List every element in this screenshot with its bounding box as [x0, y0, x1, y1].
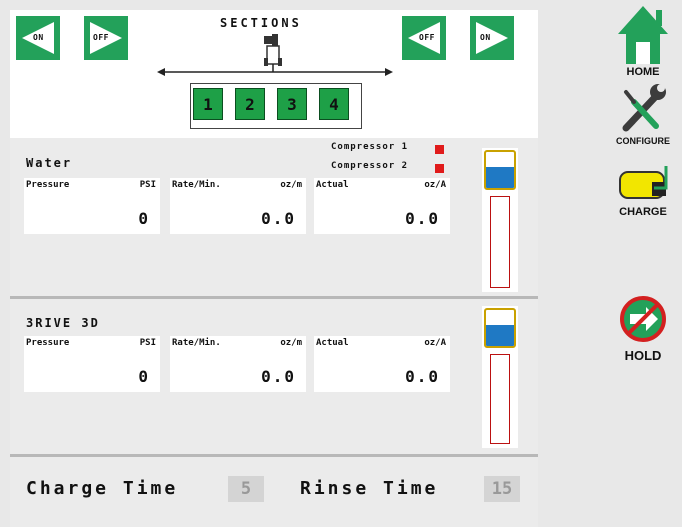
pressure-unit: PSI	[139, 180, 156, 190]
tank-level-bar	[490, 354, 510, 444]
rate-value: 0.0	[261, 209, 296, 228]
configure-label: CONFIGURE	[616, 136, 670, 146]
pressure-box: Pressure PSI 0	[24, 178, 160, 234]
house-icon	[618, 6, 668, 64]
charge-label: CHARGE	[619, 206, 667, 218]
charge-time-value[interactable]: 5	[228, 476, 264, 502]
home-button[interactable]: HOME	[604, 4, 682, 80]
compressor-1-status-led	[435, 145, 444, 154]
section-4-button[interactable]: 4	[319, 88, 349, 120]
configure-button[interactable]: CONFIGURE	[604, 80, 682, 150]
rinse-time-label: Rinse Time	[300, 478, 439, 499]
rinse-time-value[interactable]: 15	[484, 476, 520, 502]
pressure-label: Pressure	[26, 180, 70, 190]
pressure-value: 0	[138, 367, 150, 386]
actual-box: Actual oz/A 0.0	[314, 178, 450, 234]
charge-button[interactable]: CHARGE	[604, 158, 682, 222]
actual-value: 0.0	[405, 367, 440, 386]
right-off-label: OFF	[419, 33, 435, 42]
product-divider	[10, 296, 538, 299]
rate-label: Rate/Min.	[172, 338, 221, 348]
hold-button[interactable]: HOLD	[604, 296, 682, 366]
rate-box: Rate/Min. oz/m 0.0	[170, 336, 306, 392]
tank-fill	[486, 167, 514, 188]
compressor-2-status-led	[435, 164, 444, 173]
pressure-box: Pressure PSI 0	[24, 336, 160, 392]
sections-title: SECTIONS	[220, 16, 302, 30]
left-sections-on-button[interactable]: ON	[16, 16, 60, 60]
rate-label: Rate/Min.	[172, 180, 221, 190]
left-on-label: ON	[33, 33, 44, 42]
actual-unit: oz/A	[424, 338, 446, 348]
tank-fill-icon	[619, 166, 668, 199]
pressure-value: 0	[138, 209, 150, 228]
compressor-1-label: Compressor 1	[331, 142, 409, 152]
actual-label: Actual	[316, 180, 349, 190]
section-1-button[interactable]: 1	[193, 88, 223, 120]
actual-label: Actual	[316, 338, 349, 348]
tank-fill-icon[interactable]	[484, 150, 516, 190]
left-off-label: OFF	[93, 33, 109, 42]
right-arrow-icon	[476, 22, 508, 54]
pressure-unit: PSI	[139, 338, 156, 348]
footer-divider	[10, 454, 538, 457]
hold-label: HOLD	[624, 348, 662, 363]
pressure-label: Pressure	[26, 338, 70, 348]
actual-box: Actual oz/A 0.0	[314, 336, 450, 392]
product-name: Water	[26, 156, 73, 170]
section-3-button[interactable]: 3	[277, 88, 307, 120]
rate-unit: oz/m	[280, 180, 302, 190]
left-sections-off-button[interactable]: OFF	[84, 16, 128, 60]
product-name: 3RIVE 3D	[26, 316, 100, 330]
tank-fill-icon[interactable]	[484, 308, 516, 348]
rate-unit: oz/m	[280, 338, 302, 348]
tractor-boom-icon	[157, 34, 393, 76]
tank-level-bar	[490, 196, 510, 288]
right-sections-off-button[interactable]: OFF	[402, 16, 446, 60]
compressor-2-label: Compressor 2	[331, 161, 409, 171]
home-label: HOME	[626, 66, 660, 78]
rate-value: 0.0	[261, 367, 296, 386]
actual-unit: oz/A	[424, 180, 446, 190]
charge-time-label: Charge Time	[26, 478, 179, 499]
right-sections-on-button[interactable]: ON	[470, 16, 514, 60]
right-on-label: ON	[480, 33, 491, 42]
wrench-screwdriver-icon	[622, 84, 666, 132]
tank-fill	[486, 325, 514, 346]
sections-panel: ON OFF SECTIONS 1 2 3 4 OFF ON	[10, 10, 538, 138]
section-2-button[interactable]: 2	[235, 88, 265, 120]
no-arrow-icon	[620, 296, 666, 342]
rate-box: Rate/Min. oz/m 0.0	[170, 178, 306, 234]
actual-value: 0.0	[405, 209, 440, 228]
